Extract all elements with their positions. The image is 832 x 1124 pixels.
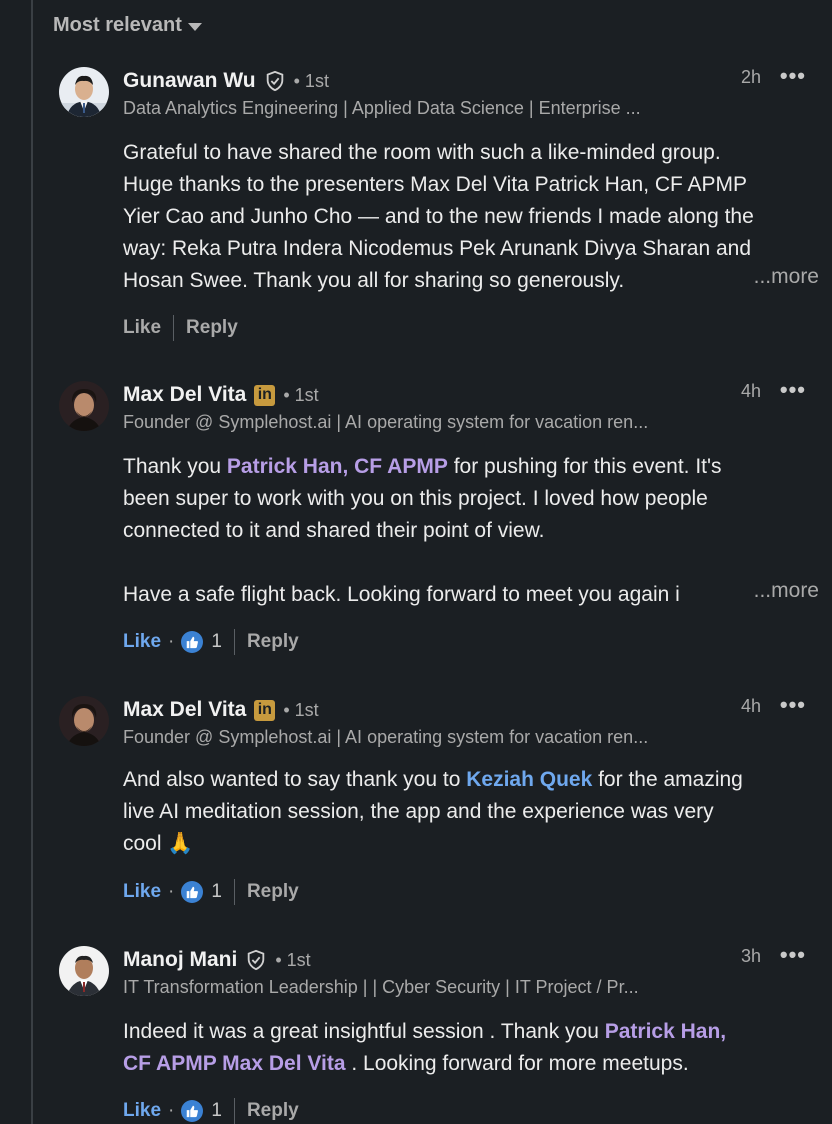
linkedin-badge-icon: in [254, 384, 276, 406]
thumbs-up-reaction-icon[interactable] [181, 631, 204, 653]
comment-time: 4h [740, 381, 761, 401]
avatar[interactable] [59, 67, 109, 117]
commenter-name[interactable]: Max Del Vita [123, 383, 246, 407]
like-button[interactable]: Like [123, 317, 161, 339]
avatar[interactable] [59, 381, 109, 431]
connection-degree: • 1st [293, 70, 329, 91]
reply-button[interactable]: Reply [247, 881, 299, 903]
mention-link[interactable]: CF APMP Max Del Vita [123, 1052, 346, 1075]
comment-time: 3h [740, 946, 761, 966]
avatar[interactable] [59, 946, 109, 996]
reply-button[interactable]: Reply [186, 317, 238, 339]
more-options-icon[interactable]: ••• [780, 377, 806, 403]
divider [173, 315, 175, 341]
divider [233, 629, 235, 655]
commenter-name[interactable]: Manoj Mani [123, 948, 237, 972]
reply-button[interactable]: Reply [247, 1100, 299, 1122]
like-button[interactable]: Like [123, 631, 161, 653]
commenter-name[interactable]: Gunawan Wu [123, 69, 256, 93]
divider [233, 879, 235, 905]
sort-dropdown[interactable]: Most relevant [53, 14, 202, 37]
dot-separator: · [168, 881, 175, 902]
connection-degree: • 1st [283, 384, 319, 405]
mention-link[interactable]: Patrick Han, [605, 1020, 726, 1043]
reply-button[interactable]: Reply [247, 631, 299, 653]
linkedin-badge-icon: in [254, 699, 276, 721]
like-button[interactable]: Like [123, 881, 161, 903]
thumbs-up-reaction-icon[interactable] [181, 1100, 204, 1122]
more-options-icon[interactable]: ••• [780, 942, 806, 968]
divider [233, 1098, 235, 1124]
mention-link[interactable]: Patrick Han, CF APMP [227, 455, 448, 478]
commenter-headline: Data Analytics Engineering | Applied Dat… [123, 98, 641, 118]
more-options-icon[interactable]: ••• [780, 63, 806, 89]
reaction-count[interactable]: 1 [211, 1100, 222, 1122]
avatar[interactable] [59, 696, 109, 746]
comment-text: Grateful to have shared the room with su… [123, 141, 754, 292]
verified-shield-icon [266, 70, 283, 92]
like-button[interactable]: Like [123, 1100, 161, 1122]
mention-link[interactable]: Keziah Quek [466, 768, 592, 791]
dot-separator: · [168, 631, 175, 652]
thumbs-up-reaction-icon[interactable] [181, 881, 204, 903]
chevron-down-icon [187, 22, 202, 31]
comment-text: And also wanted to say thank you to Kezi… [123, 768, 743, 855]
more-options-icon[interactable]: ••• [780, 692, 806, 718]
see-more-link[interactable]: ...more [747, 579, 819, 603]
commenter-name[interactable]: Max Del Vita [123, 698, 246, 722]
thread-rail [31, 0, 33, 1124]
sort-label: Most relevant [53, 14, 182, 36]
comment-text: Thank you Patrick Han, CF APMP for pushi… [123, 455, 722, 606]
reaction-count[interactable]: 1 [211, 881, 222, 903]
connection-degree: • 1st [275, 949, 311, 970]
comment-time: 4h [740, 696, 761, 716]
comment-time: 2h [740, 67, 761, 87]
connection-degree: • 1st [283, 699, 319, 720]
commenter-headline: IT Transformation Leadership | | Cyber S… [123, 977, 639, 997]
dot-separator: · [168, 1100, 175, 1121]
verified-shield-icon [248, 949, 265, 971]
comment-text: Indeed it was a great insightful session… [123, 1020, 727, 1075]
commenter-headline: Founder @ Symplehost.ai | AI operating s… [123, 727, 649, 747]
commenter-headline: Founder @ Symplehost.ai | AI operating s… [123, 412, 649, 432]
see-more-link[interactable]: ...more [747, 265, 819, 289]
reaction-count[interactable]: 1 [211, 631, 222, 653]
